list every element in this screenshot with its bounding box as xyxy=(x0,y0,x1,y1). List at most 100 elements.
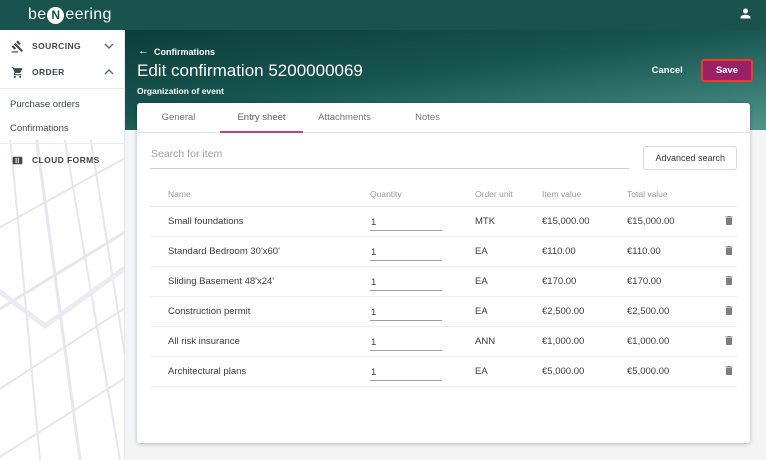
sidebar-item-label: CLOUD FORMS xyxy=(32,155,100,165)
trash-icon xyxy=(723,214,735,230)
column-header-order-unit: Order unit xyxy=(475,188,513,199)
page-title: Edit confirmation 5200000069 xyxy=(137,61,363,80)
order-unit: EA xyxy=(475,246,488,257)
total-value: €5,000.00 xyxy=(627,366,670,377)
column-header-total-value: Total value xyxy=(627,188,668,199)
header-actions: Cancel Save xyxy=(652,59,753,82)
table-row: All risk insurance ANN €1,000.00 €1,000.… xyxy=(150,327,737,357)
search-input[interactable] xyxy=(150,147,630,169)
sidebar-divider xyxy=(0,143,124,144)
item-name: Architectural plans xyxy=(168,366,247,377)
item-value: €1,000.00 xyxy=(542,336,585,347)
trash-icon xyxy=(723,244,735,260)
logo-text-post: eering xyxy=(65,6,112,23)
item-name: Construction permit xyxy=(168,306,251,317)
sidebar-item-confirmations[interactable]: Confirmations xyxy=(0,116,124,140)
column-header-quantity: Quantity xyxy=(370,188,402,199)
user-account-button[interactable] xyxy=(738,6,753,24)
gavel-icon xyxy=(10,40,24,53)
tab-bar: General Entry sheet Attachments Notes xyxy=(137,103,750,133)
delete-row-button[interactable] xyxy=(723,334,737,350)
sidebar-nav: SOURCING ORDER Purchase orders Confirmat xyxy=(0,30,124,173)
delete-row-button[interactable] xyxy=(723,244,737,260)
quantity-input[interactable] xyxy=(370,217,442,231)
sidebar-item-sourcing[interactable]: SOURCING xyxy=(0,33,124,59)
delete-row-button[interactable] xyxy=(723,304,737,320)
quantity-input[interactable] xyxy=(370,307,442,321)
trash-icon xyxy=(723,274,735,290)
item-value: €15,000.00 xyxy=(542,216,590,227)
cart-icon xyxy=(10,66,24,79)
column-header-name: Name xyxy=(168,188,191,199)
search-section: Advanced search xyxy=(137,133,750,179)
sidebar-subitem-label: Confirmations xyxy=(10,122,69,134)
app-window: be N eering SOURCING ORDER Purchase orde… xyxy=(0,0,766,460)
tab-entry-sheet[interactable]: Entry sheet xyxy=(220,103,303,133)
total-value: €2,500.00 xyxy=(627,306,670,317)
item-name: All risk insurance xyxy=(168,336,240,347)
total-value: €15,000.00 xyxy=(627,216,675,227)
breadcrumb[interactable]: ← Confirmations xyxy=(138,46,215,57)
table-row: Construction permit EA €2,500.00 €2,500.… xyxy=(150,297,737,327)
delete-row-button[interactable] xyxy=(723,274,737,290)
item-name: Small foundations xyxy=(168,216,244,227)
breadcrumb-label: Confirmations xyxy=(154,46,216,57)
table-row: Small foundations MTK €15,000.00 €15,000… xyxy=(150,207,737,237)
order-unit: EA xyxy=(475,276,488,287)
order-unit: MTK xyxy=(475,216,496,227)
delete-row-button[interactable] xyxy=(723,364,737,380)
page-subtitle: Organization of event xyxy=(137,86,224,96)
quantity-input[interactable] xyxy=(370,337,442,351)
save-button[interactable]: Save xyxy=(700,59,753,82)
building-watermark-image xyxy=(0,140,124,460)
advanced-search-button[interactable]: Advanced search xyxy=(643,146,737,170)
logo-text-pre: be xyxy=(28,6,47,23)
table-header-row: Name Quantity Order unit Item value Tota… xyxy=(150,181,737,207)
total-value: €110.00 xyxy=(627,246,661,257)
confirmation-card: General Entry sheet Attachments Notes Ad… xyxy=(137,103,750,443)
item-value: €110.00 xyxy=(542,246,576,257)
tab-attachments[interactable]: Attachments xyxy=(303,103,386,132)
total-value: €1,000.00 xyxy=(627,336,670,347)
sidebar-item-cloud-forms[interactable]: CLOUD FORMS xyxy=(0,147,124,173)
top-bar: be N eering xyxy=(0,0,766,30)
item-value: €5,000.00 xyxy=(542,366,585,377)
sidebar-item-purchase-orders[interactable]: Purchase orders xyxy=(0,92,124,116)
table-row: Architectural plans EA €5,000.00 €5,000.… xyxy=(150,357,737,387)
person-icon xyxy=(738,6,753,24)
sidebar-divider xyxy=(0,88,124,89)
back-arrow-icon: ← xyxy=(138,45,149,57)
sidebar: SOURCING ORDER Purchase orders Confirmat xyxy=(0,30,125,460)
tab-notes[interactable]: Notes xyxy=(386,103,469,132)
sidebar-item-label: ORDER xyxy=(32,67,65,77)
logo-n-circle-icon: N xyxy=(47,6,65,24)
beneering-logo: be N eering xyxy=(28,6,112,24)
sidebar-item-order[interactable]: ORDER xyxy=(0,59,124,85)
order-unit: EA xyxy=(475,306,488,317)
item-name: Standard Bedroom 30'x60' xyxy=(168,246,280,257)
column-header-item-value: Item value xyxy=(542,188,582,199)
quantity-input[interactable] xyxy=(370,247,442,261)
tab-general[interactable]: General xyxy=(137,103,220,132)
chevron-down-icon xyxy=(104,43,114,49)
table-row: Sliding Basement 48'x24' EA €170.00 €170… xyxy=(150,267,737,297)
trash-icon xyxy=(723,364,735,380)
item-name: Sliding Basement 48'x24' xyxy=(168,276,275,287)
delete-row-button[interactable] xyxy=(723,214,737,230)
cancel-button[interactable]: Cancel xyxy=(652,65,683,76)
items-table: Name Quantity Order unit Item value Tota… xyxy=(150,181,737,387)
quantity-input[interactable] xyxy=(370,367,442,381)
chevron-up-icon xyxy=(104,69,114,75)
trash-icon xyxy=(723,304,735,320)
main-area: ← Confirmations Edit confirmation 520000… xyxy=(125,30,766,460)
sidebar-item-label: SOURCING xyxy=(32,41,82,51)
item-value: €2,500.00 xyxy=(542,306,585,317)
form-icon xyxy=(10,154,24,167)
sidebar-subitem-label: Purchase orders xyxy=(10,98,80,110)
trash-icon xyxy=(723,334,735,350)
item-value: €170.00 xyxy=(542,276,577,287)
order-unit: ANN xyxy=(475,336,496,347)
table-row: Standard Bedroom 30'x60' EA €110.00 €110… xyxy=(150,237,737,267)
quantity-input[interactable] xyxy=(370,277,442,291)
order-unit: EA xyxy=(475,366,488,377)
